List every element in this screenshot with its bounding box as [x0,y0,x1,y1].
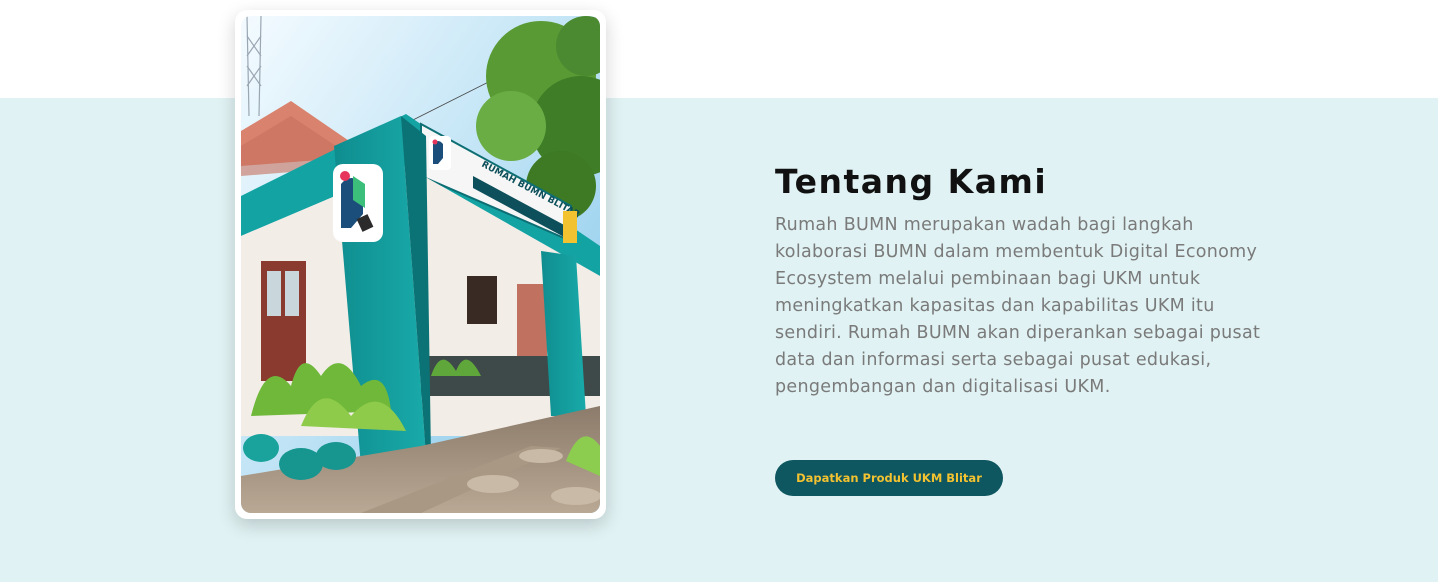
about-photo-card: RUMAH BUMN BLITAR [235,10,606,519]
rumah-bumn-building-photo: RUMAH BUMN BLITAR [241,16,600,513]
about-description: Rumah BUMN merupakan wadah bagi langkah … [775,215,1261,397]
about-content: Tentang Kami Rumah BUMN merupakan wadah … [775,160,1285,401]
about-title: Tentang Kami [775,162,1048,201]
rumah-bumn-logo [333,164,383,242]
about-section: RUMAH BUMN BLITAR Tentang Kami Rumah BUM… [0,0,1438,582]
get-ukm-products-button[interactable]: Dapatkan Produk UKM Blitar [775,460,1003,496]
